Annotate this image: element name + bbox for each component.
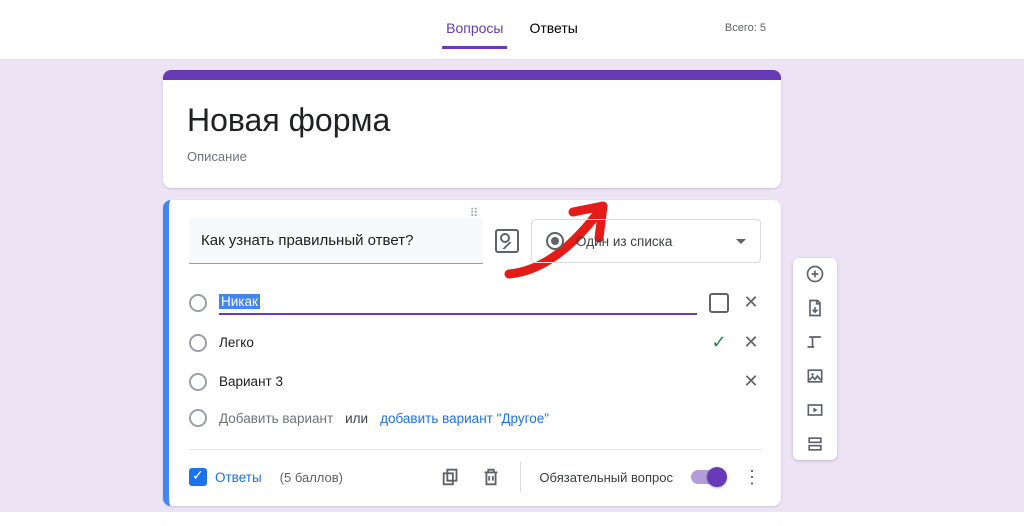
top-bar: Вопросы Ответы Всего: 5 [0,0,1024,60]
question-card[interactable]: ⠿ Один из списка Никак ✕ [163,200,781,506]
add-option-row: Добавить вариант или добавить вариант "Д… [189,401,761,441]
option-text-input[interactable]: Никак [219,290,697,315]
tab-questions[interactable]: Вопросы [442,12,507,49]
next-card-peek [163,518,781,526]
checkbox-icon [189,468,207,486]
tabs: Вопросы Ответы [442,12,582,49]
answer-key-button[interactable]: Ответы [189,468,262,486]
add-title-icon[interactable] [805,332,825,352]
add-video-icon[interactable] [805,400,825,420]
drag-handle-icon[interactable]: ⠿ [470,206,481,220]
answer-key-label: Ответы [215,470,262,485]
question-footer: Ответы (5 баллов) Обязательный вопрос ⋮ [189,449,761,492]
add-question-icon[interactable] [805,264,825,284]
points-label: (5 баллов) [280,470,343,485]
remove-option-icon[interactable]: ✕ [741,292,761,313]
or-text: или [345,411,368,426]
radio-icon [189,409,207,427]
more-icon[interactable]: ⋮ [743,467,761,488]
divider [520,462,521,492]
required-label: Обязательный вопрос [539,470,673,485]
radio-icon [546,232,564,250]
form-description[interactable]: Описание [187,149,757,164]
form-header-card[interactable]: Новая форма Описание [163,70,781,188]
radio-icon [189,294,207,312]
option-row[interactable]: Вариант 3 ✕ [189,362,761,401]
form-title[interactable]: Новая форма [187,102,757,139]
add-other-button[interactable]: добавить вариант "Другое" [380,411,549,426]
total-points: Всего: 5 [725,22,766,34]
remove-option-icon[interactable]: ✕ [741,371,761,392]
duplicate-icon[interactable] [440,466,462,488]
required-toggle[interactable] [691,470,725,484]
question-type-select[interactable]: Один из списка [531,219,761,263]
add-image-icon[interactable] [805,366,825,386]
add-option-button[interactable]: Добавить вариант [219,411,333,426]
delete-icon[interactable] [480,466,502,488]
option-row[interactable]: Никак ✕ [189,282,761,323]
tab-responses[interactable]: Ответы [525,12,581,49]
radio-icon [189,373,207,391]
correct-check-icon: ✓ [709,332,729,353]
import-questions-icon[interactable] [805,298,825,318]
side-toolbar [793,258,837,460]
option-image-icon[interactable] [709,293,729,313]
question-text-input[interactable] [189,218,483,264]
option-text-input[interactable]: Вариант 3 [219,370,697,393]
add-image-icon[interactable] [495,229,519,253]
option-text-input[interactable]: Легко [219,331,697,354]
option-row[interactable]: Легко ✓ ✕ [189,323,761,362]
chevron-down-icon [736,239,746,244]
question-type-label: Один из списка [576,234,672,249]
radio-icon [189,334,207,352]
canvas: Новая форма Описание ⠿ Один из списка [0,60,1024,512]
remove-option-icon[interactable]: ✕ [741,332,761,353]
add-section-icon[interactable] [805,434,825,454]
